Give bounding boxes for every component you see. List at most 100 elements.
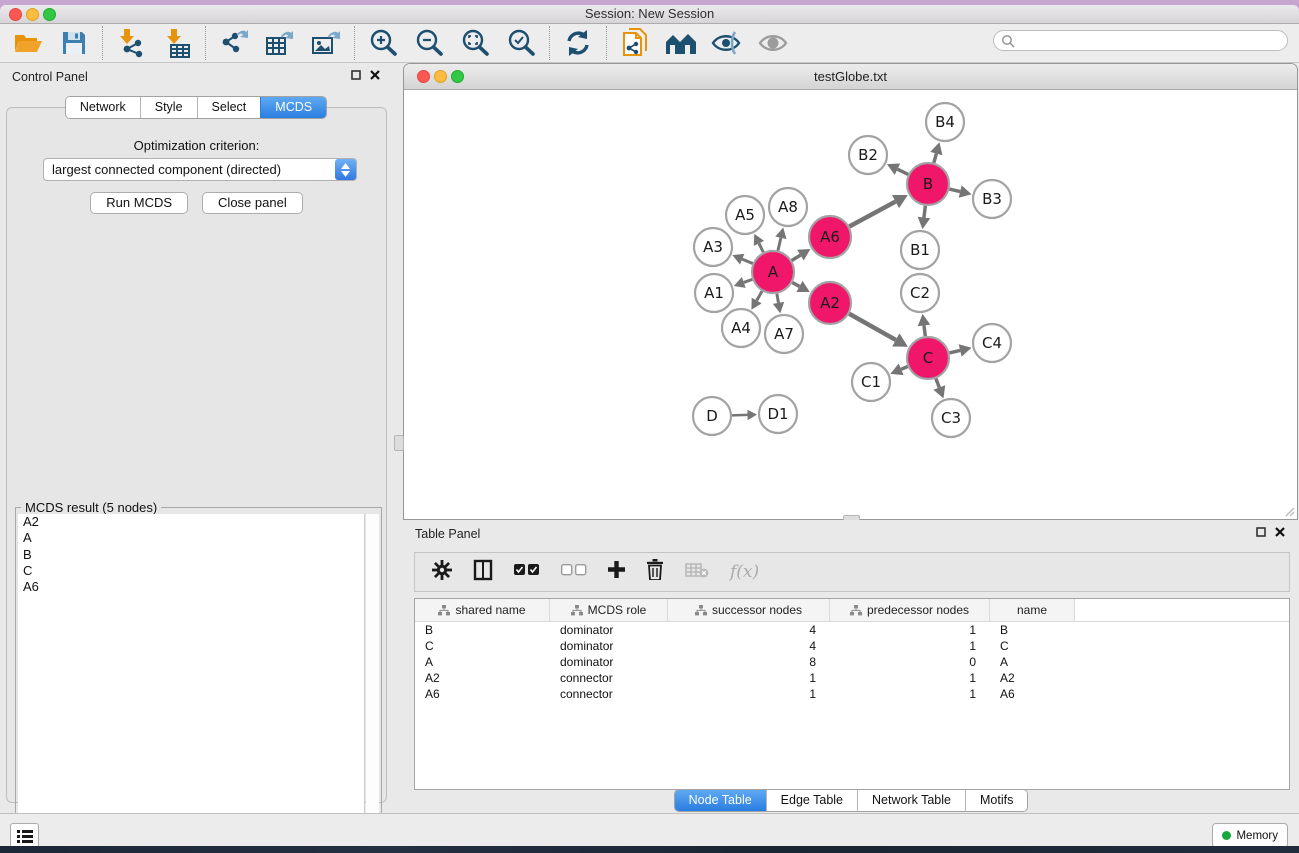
graph-edge-A-A5[interactable]	[754, 234, 764, 252]
delete-column-trash-icon[interactable]	[646, 559, 664, 585]
open-session-icon[interactable]	[11, 27, 45, 59]
graph-node-B[interactable]: B	[907, 163, 949, 205]
import-table-icon[interactable]	[160, 27, 194, 59]
show-all-icon[interactable]	[756, 27, 790, 59]
graph-node-A[interactable]: A	[752, 251, 794, 293]
graph-edge-A-A2[interactable]	[792, 281, 809, 292]
mcds-result-item[interactable]: A	[18, 530, 364, 546]
graph-node-A3[interactable]: A3	[694, 228, 732, 266]
close-table-panel-icon[interactable]	[1275, 527, 1285, 537]
tab-network[interactable]: Network	[66, 97, 140, 118]
graph-node-A4[interactable]: A4	[722, 309, 760, 347]
optimization-criterion-dropdown[interactable]: largest connected component (directed)	[43, 158, 357, 181]
zoom-network-button[interactable]	[451, 70, 464, 83]
table-settings-gear-icon[interactable]	[432, 560, 452, 585]
graph-node-D[interactable]: D	[693, 397, 731, 435]
run-mcds-button[interactable]: Run MCDS	[90, 192, 188, 214]
zoom-out-icon[interactable]	[412, 27, 446, 59]
graph-node-B3[interactable]: B3	[973, 180, 1011, 218]
graph-node-D1[interactable]: D1	[759, 395, 797, 433]
minimize-network-button[interactable]	[434, 70, 447, 83]
table-row[interactable]: Bdominator41B	[415, 622, 1289, 638]
graph-edge-A2-C[interactable]	[849, 314, 908, 347]
show-columns-icon[interactable]	[473, 559, 493, 586]
import-network-icon[interactable]	[114, 27, 148, 59]
graph-node-C2[interactable]: C2	[901, 274, 939, 312]
graph-node-A5[interactable]: A5	[726, 196, 764, 234]
new-network-from-selection-icon[interactable]	[618, 27, 652, 59]
first-neighbors-icon[interactable]	[664, 27, 698, 59]
mcds-result-item[interactable]: B	[18, 547, 364, 563]
column-header-shared-name[interactable]: shared name	[415, 599, 550, 621]
graph-node-B1[interactable]: B1	[901, 231, 939, 269]
graph-edge-C-C1[interactable]	[890, 363, 907, 375]
export-table-icon[interactable]	[263, 27, 297, 59]
graph-edge-A-A3[interactable]	[732, 254, 752, 265]
table-row[interactable]: Adominator80A	[415, 654, 1289, 670]
save-session-icon[interactable]	[57, 27, 91, 59]
column-header-predecessor-nodes[interactable]: predecessor nodes	[830, 599, 990, 621]
graph-node-A2[interactable]: A2	[809, 282, 851, 324]
tab-style[interactable]: Style	[140, 97, 197, 118]
graph-edge-C-C4[interactable]	[949, 344, 971, 356]
graph-node-A7[interactable]: A7	[765, 315, 803, 353]
network-graph[interactable]: A A6 A2 B C A5A8 A3 A1A4A7 B2 B4 B3 B1 C2 C4 C1 C3 D D1	[404, 89, 1297, 519]
column-header-successor-nodes[interactable]: successor nodes	[668, 599, 830, 621]
mcds-result-item[interactable]: A6	[18, 579, 364, 595]
close-window-button[interactable]	[9, 8, 22, 21]
graph-edge-A-A6[interactable]	[792, 249, 811, 261]
table-row[interactable]: A6connector11A6	[415, 686, 1289, 702]
mcds-result-item[interactable]: C	[18, 563, 364, 579]
column-header-name[interactable]: name	[990, 599, 1075, 621]
tab-edge-table[interactable]: Edge Table	[766, 790, 857, 811]
resize-grip-icon[interactable]	[1283, 505, 1295, 517]
graph-node-C3[interactable]: C3	[932, 399, 970, 437]
hide-selected-icon[interactable]	[710, 27, 744, 59]
graph-edge-D-D1[interactable]	[732, 410, 757, 420]
column-header-mcds-role[interactable]: MCDS role	[550, 599, 668, 621]
graph-node-A1[interactable]: A1	[695, 274, 733, 312]
graph-edge-A-A7[interactable]	[773, 294, 784, 314]
graph-node-B4[interactable]: B4	[926, 103, 964, 141]
graph-node-C1[interactable]: C1	[852, 363, 890, 401]
vertical-splitter-handle[interactable]	[394, 435, 404, 451]
graph-edge-C-C3[interactable]	[933, 379, 945, 399]
graph-node-A6[interactable]: A6	[809, 216, 851, 258]
result-scrollbar[interactable]	[366, 514, 379, 840]
graph-edge-A-A4[interactable]	[751, 291, 762, 310]
search-input[interactable]	[1015, 33, 1269, 49]
table-row[interactable]: Cdominator41C	[415, 638, 1289, 654]
table-row[interactable]: A2connector11A2	[415, 670, 1289, 686]
close-panel-button[interactable]: Close panel	[202, 192, 303, 214]
export-image-icon[interactable]	[309, 27, 343, 59]
deselect-all-icon[interactable]	[561, 563, 587, 581]
graph-edge-B-B2[interactable]	[887, 164, 908, 175]
refresh-icon[interactable]	[561, 27, 595, 59]
tab-motifs[interactable]: Motifs	[965, 790, 1027, 811]
graph-edge-A6-B[interactable]	[849, 195, 907, 227]
graph-node-B2[interactable]: B2	[849, 136, 887, 174]
graph-node-A8[interactable]: A8	[769, 188, 807, 226]
tab-node-table[interactable]: Node Table	[675, 790, 766, 811]
zoom-in-icon[interactable]	[366, 27, 400, 59]
graph-edge-A-A8[interactable]	[775, 227, 786, 250]
tab-select[interactable]: Select	[197, 97, 261, 118]
select-all-icon[interactable]	[514, 563, 540, 581]
zoom-fit-icon[interactable]	[458, 27, 492, 59]
tab-network-table[interactable]: Network Table	[857, 790, 965, 811]
mcds-result-item[interactable]: A2	[18, 514, 364, 530]
tab-mcds[interactable]: MCDS	[260, 97, 326, 118]
graph-node-C4[interactable]: C4	[973, 324, 1011, 362]
graph-edge-A-A1[interactable]	[734, 277, 752, 288]
float-table-panel-icon[interactable]	[1256, 527, 1266, 537]
zoom-selected-icon[interactable]	[504, 27, 538, 59]
graph-node-C[interactable]: C	[907, 337, 949, 379]
graph-edge-B-B4[interactable]	[930, 142, 942, 163]
export-network-icon[interactable]	[217, 27, 251, 59]
graph-edge-B-B3[interactable]	[949, 185, 971, 197]
zoom-window-button[interactable]	[43, 8, 56, 21]
graph-edge-C-C2[interactable]	[918, 314, 931, 336]
memory-button[interactable]: Memory	[1212, 823, 1288, 846]
close-network-button[interactable]	[417, 70, 430, 83]
minimize-window-button[interactable]	[26, 8, 39, 21]
